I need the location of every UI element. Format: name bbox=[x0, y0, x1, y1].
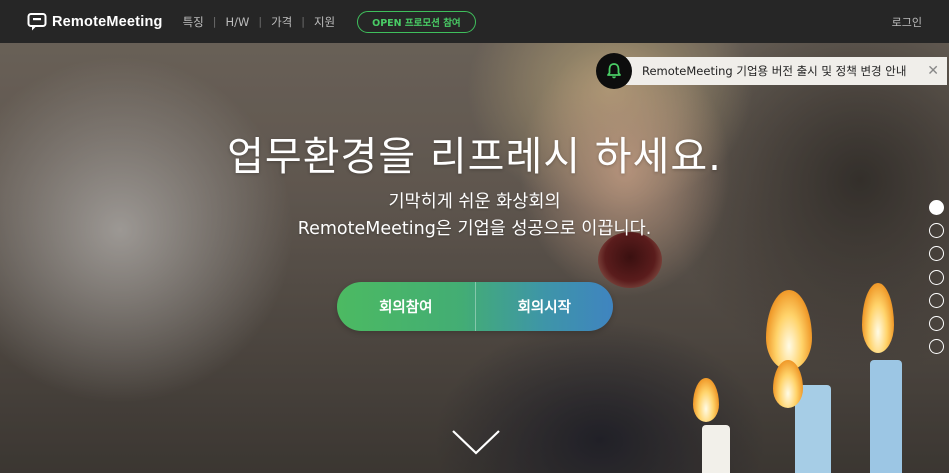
login-link[interactable]: 로그인 bbox=[892, 14, 922, 30]
promo-button[interactable]: OPEN 프로모션 참여 bbox=[357, 10, 476, 33]
notice-banner[interactable]: RemoteMeeting 기업용 버전 출시 및 정책 변경 안내 ✕ bbox=[596, 53, 947, 89]
pager-dot-5[interactable] bbox=[929, 292, 944, 308]
candle bbox=[702, 425, 730, 473]
pager-dot-4[interactable] bbox=[929, 269, 944, 285]
candle bbox=[870, 360, 902, 473]
pager-dot-1[interactable] bbox=[929, 200, 944, 215]
nav-separator: | bbox=[301, 15, 305, 28]
candle-flame bbox=[693, 378, 719, 422]
close-icon[interactable]: ✕ bbox=[927, 64, 939, 78]
hero-headline: 업무환경을 리프레시 하세요. bbox=[227, 134, 722, 180]
bell-icon bbox=[607, 63, 621, 79]
start-meeting-button[interactable]: 회의시작 bbox=[476, 282, 614, 331]
pager-dot-7[interactable] bbox=[929, 339, 944, 355]
notice-content: RemoteMeeting 기업용 버전 출시 및 정책 변경 안내 ✕ bbox=[626, 57, 947, 85]
notice-text[interactable]: RemoteMeeting 기업용 버전 출시 및 정책 변경 안내 bbox=[642, 63, 906, 79]
nav-hardware[interactable]: H/W bbox=[225, 15, 249, 29]
top-navigation-bar: RemoteMeeting 특징 | H/W | 가격 | 지원 OPEN 프로… bbox=[0, 0, 949, 43]
nav-support[interactable]: 지원 bbox=[314, 14, 335, 30]
hero-photo-detail bbox=[598, 232, 662, 288]
pager-dot-6[interactable] bbox=[929, 315, 944, 331]
cta-button-group: 회의참여 회의시작 bbox=[337, 282, 613, 331]
candle-flame bbox=[773, 360, 803, 408]
nav-features[interactable]: 특징 bbox=[183, 14, 204, 30]
join-meeting-button[interactable]: 회의참여 bbox=[337, 282, 475, 331]
chevron-down-icon[interactable] bbox=[451, 428, 501, 456]
logo[interactable]: RemoteMeeting bbox=[27, 12, 163, 32]
hero-subline-2: RemoteMeeting은 기업을 성공으로 이끕니다. bbox=[297, 219, 652, 239]
nav-separator: | bbox=[212, 15, 217, 28]
candle-flame bbox=[862, 283, 894, 353]
nav-separator: | bbox=[258, 15, 263, 28]
logo-text: RemoteMeeting bbox=[52, 13, 163, 30]
nav-pricing[interactable]: 가격 bbox=[271, 14, 292, 30]
pager-dot-2[interactable] bbox=[929, 223, 944, 239]
slide-pager bbox=[929, 200, 944, 362]
main-nav: 특징 | H/W | 가격 | 지원 bbox=[183, 14, 336, 30]
candle-flame bbox=[766, 290, 812, 370]
pager-dot-3[interactable] bbox=[929, 246, 944, 262]
notice-bell-badge bbox=[596, 53, 632, 89]
hero-subline-1: 기막히게 쉬운 화상회의 bbox=[388, 192, 561, 212]
chat-bubble-icon bbox=[27, 12, 47, 30]
